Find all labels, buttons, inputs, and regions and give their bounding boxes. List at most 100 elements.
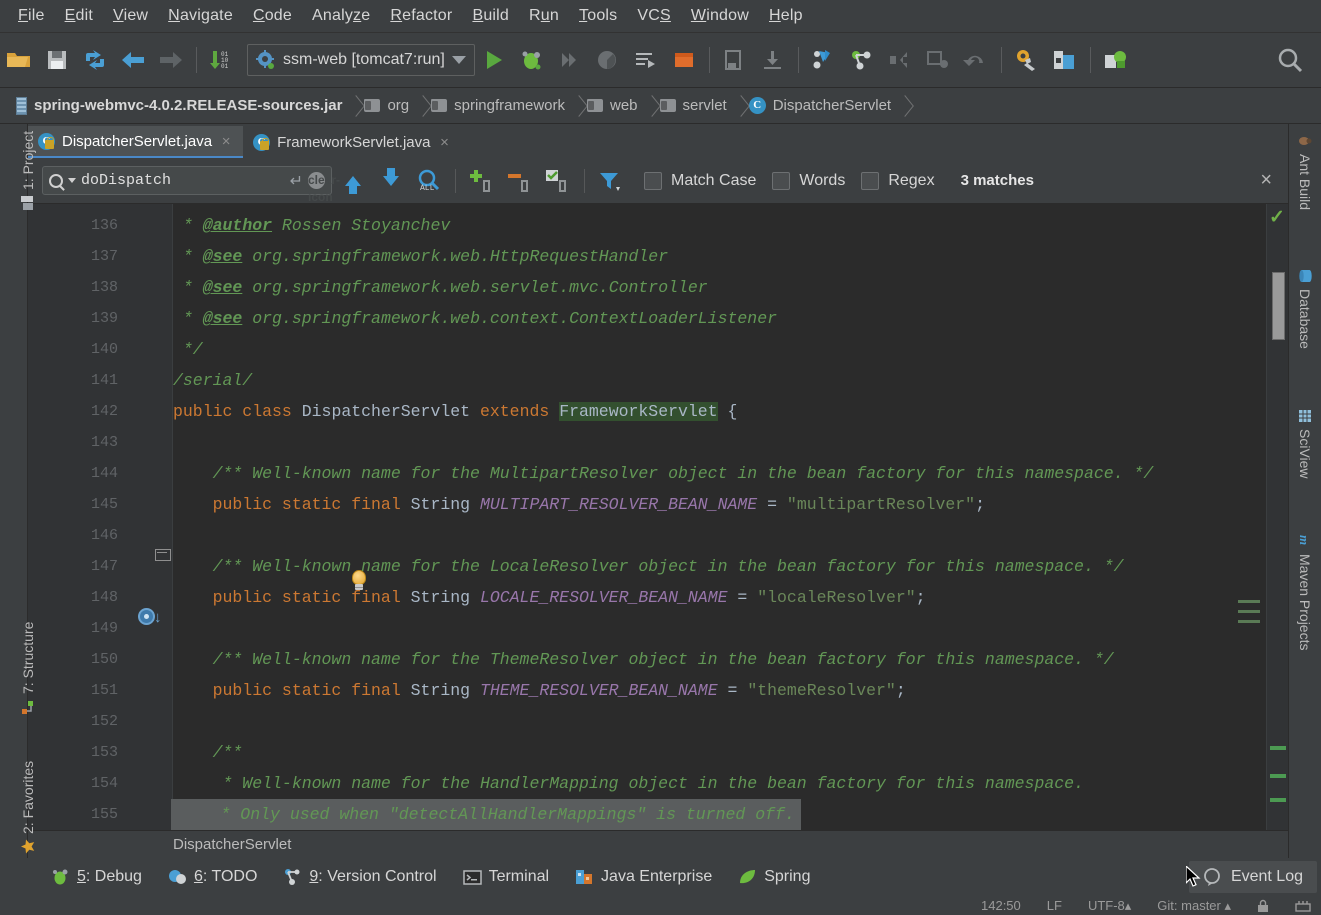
regex-checkbox[interactable] bbox=[861, 171, 880, 190]
menu-tools[interactable]: Tools bbox=[569, 4, 627, 28]
menu-view[interactable]: View bbox=[103, 4, 158, 28]
breadcrumb-item-springframework[interactable]: springframework bbox=[425, 97, 571, 114]
menu-edit[interactable]: Edit bbox=[55, 4, 103, 28]
code-line[interactable]: public static final String LOCALE_RESOLV… bbox=[173, 582, 926, 613]
code-line[interactable]: * Only used when "detectAllHandlerMappin… bbox=[171, 799, 801, 830]
code-line[interactable]: * @see org.springframework.web.servlet.m… bbox=[173, 272, 708, 303]
project-structure-icon[interactable] bbox=[1050, 45, 1080, 75]
menu-help[interactable]: Help bbox=[759, 4, 813, 28]
code-line[interactable]: public static final String MULTIPART_RES… bbox=[173, 489, 985, 520]
words-checkbox[interactable] bbox=[772, 171, 791, 190]
revert-icon[interactable] bbox=[923, 45, 953, 75]
add-occurrence-button[interactable] bbox=[467, 166, 497, 196]
words-option[interactable]: Words bbox=[772, 171, 845, 190]
stop-icon[interactable] bbox=[669, 45, 699, 75]
sidebar-item-database[interactable]: Database bbox=[1297, 269, 1313, 349]
run-icon[interactable] bbox=[479, 45, 509, 75]
undo-icon[interactable] bbox=[961, 45, 991, 75]
breadcrumb-item-dispatcherservlet[interactable]: C DispatcherServlet bbox=[743, 97, 897, 114]
bottom-item-spring[interactable]: Spring bbox=[725, 863, 823, 891]
menu-vcs[interactable]: VCS bbox=[627, 4, 681, 28]
menu-file[interactable]: File bbox=[8, 4, 55, 28]
code-line[interactable]: */ bbox=[173, 334, 203, 365]
breadcrumb-item-org[interactable]: org bbox=[358, 97, 415, 114]
sciview-icon[interactable] bbox=[1101, 45, 1131, 75]
match-case-option[interactable]: Match Case bbox=[644, 171, 756, 190]
chevron-down-icon[interactable] bbox=[451, 56, 466, 64]
code-line[interactable]: * @author Rossen Stoyanchev bbox=[173, 210, 450, 241]
next-occurrence-button[interactable] bbox=[376, 166, 406, 196]
editor-marker-bar[interactable]: ✓ bbox=[1266, 204, 1288, 830]
remove-occurrence-button[interactable] bbox=[505, 166, 535, 196]
match-case-checkbox[interactable] bbox=[644, 171, 662, 190]
search-everywhere-icon[interactable] bbox=[1275, 45, 1305, 75]
encoding[interactable]: UTF-8▴ bbox=[1088, 898, 1131, 914]
caret-position[interactable]: 142:50 bbox=[981, 898, 1021, 913]
settings-icon[interactable] bbox=[1012, 45, 1042, 75]
regex-option[interactable]: Regex bbox=[861, 171, 935, 190]
filter-button[interactable] bbox=[596, 166, 626, 196]
line-separator[interactable]: LF bbox=[1047, 898, 1062, 913]
tab-frameworkservlet[interactable]: C FrameworkServlet.java × bbox=[243, 126, 462, 158]
open-project-icon[interactable] bbox=[4, 45, 34, 75]
sidebar-item-sciview[interactable]: SciView bbox=[1297, 409, 1313, 479]
menu-analyze[interactable]: Analyze bbox=[302, 4, 380, 28]
forward-icon[interactable] bbox=[156, 45, 186, 75]
profile-icon[interactable] bbox=[593, 45, 623, 75]
close-find-bar-button[interactable]: × bbox=[1260, 169, 1272, 192]
code-line[interactable]: /** Well-known name for the ThemeResolve… bbox=[173, 644, 1114, 675]
fold-end-marker[interactable] bbox=[155, 545, 171, 561]
sidebar-item-project[interactable]: 1: Project bbox=[20, 131, 36, 210]
sidebar-item-maven-projects[interactable]: m Maven Projects bbox=[1297, 534, 1313, 650]
synchronize-icon[interactable] bbox=[80, 45, 110, 75]
editor-bottom-breadcrumb[interactable]: DispatcherServlet bbox=[28, 830, 1288, 858]
breadcrumb-item-web[interactable]: web bbox=[581, 97, 644, 114]
code-line[interactable]: /** bbox=[173, 737, 243, 768]
close-icon[interactable]: × bbox=[219, 133, 233, 150]
edit-configurations-icon[interactable] bbox=[631, 45, 661, 75]
run-configuration-selector[interactable]: ssm-web [tomcat7:run] bbox=[247, 44, 475, 76]
code-line[interactable]: /serial/ bbox=[173, 365, 252, 396]
menu-navigate[interactable]: Navigate bbox=[158, 4, 243, 28]
menu-build[interactable]: Build bbox=[462, 4, 519, 28]
vertical-scrollbar-thumb[interactable] bbox=[1272, 272, 1285, 340]
open-in-browser-icon[interactable] bbox=[720, 45, 750, 75]
search-input[interactable]: doDispatch ↵ clear-icon bbox=[42, 166, 340, 204]
lock-icon[interactable] bbox=[1257, 899, 1269, 913]
code-line[interactable]: /** Well-known name for the LocaleResolv… bbox=[173, 551, 1124, 582]
compare-icon[interactable] bbox=[885, 45, 915, 75]
chevron-down-icon[interactable] bbox=[68, 178, 76, 183]
git-branch[interactable]: Git: master ▴ bbox=[1157, 898, 1231, 914]
code-line[interactable]: * Well-known name for the HandlerMapping… bbox=[173, 768, 1084, 799]
commit-icon[interactable] bbox=[847, 45, 877, 75]
code-line[interactable]: /** Well-known name for the MultipartRes… bbox=[173, 458, 1154, 489]
bottom-item-terminal[interactable]: Terminal bbox=[450, 863, 562, 891]
breadcrumb-item-jar[interactable]: spring-webmvc-4.0.2.RELEASE-sources.jar bbox=[10, 96, 348, 115]
bottom-item-java-enterprise[interactable]: Java Enterprise bbox=[562, 863, 725, 891]
memory-icon[interactable] bbox=[1295, 899, 1311, 913]
breadcrumb-item-servlet[interactable]: servlet bbox=[654, 97, 733, 114]
code-line[interactable]: * @see org.springframework.web.context.C… bbox=[173, 303, 777, 334]
debug-icon[interactable] bbox=[517, 45, 547, 75]
menu-code[interactable]: Code bbox=[243, 4, 302, 28]
compile-icon[interactable]: 01 10 01 bbox=[207, 45, 237, 75]
previous-occurrence-button[interactable] bbox=[338, 166, 368, 196]
back-icon[interactable] bbox=[118, 45, 148, 75]
code-fold-indicator[interactable] bbox=[1238, 600, 1260, 634]
import-icon[interactable] bbox=[758, 45, 788, 75]
sidebar-item-ant-build[interactable]: Ant Build bbox=[1297, 134, 1313, 210]
event-log-button[interactable]: Event Log bbox=[1188, 861, 1317, 893]
run-coverage-icon[interactable] bbox=[555, 45, 585, 75]
sidebar-item-structure[interactable]: 7: Structure bbox=[20, 622, 36, 714]
code-line[interactable]: * @see org.springframework.web.HttpReque… bbox=[173, 241, 668, 272]
update-project-icon[interactable] bbox=[809, 45, 839, 75]
bottom-item-debug[interactable]: 5: Debug bbox=[38, 863, 155, 891]
tab-dispatcherservlet[interactable]: C DispatcherServlet.java × bbox=[28, 126, 244, 158]
select-all-occurrences-button[interactable] bbox=[543, 166, 573, 196]
menu-refactor[interactable]: Refactor bbox=[380, 4, 462, 28]
inspection-ok-icon[interactable]: ✓ bbox=[1269, 208, 1285, 227]
code-line[interactable]: public static final String THEME_RESOLVE… bbox=[173, 675, 906, 706]
find-all-button[interactable]: ALL bbox=[414, 166, 444, 196]
code-editor[interactable]: 136 * @author Rossen Stoyanchev 137 * @se… bbox=[28, 204, 1288, 830]
enter-icon[interactable]: ↵ bbox=[290, 171, 303, 191]
